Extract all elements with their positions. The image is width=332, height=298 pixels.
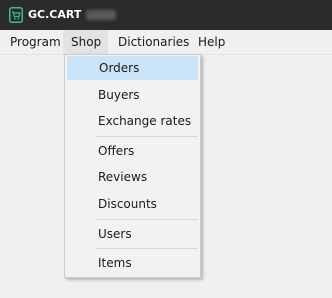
shop-dropdown-menu: Orders Buyers Exchange rates Offers Revi… <box>64 54 201 278</box>
menu-bar: Program Shop Dictionaries Help <box>0 30 332 55</box>
menu-dictionaries[interactable]: Dictionaries <box>110 30 197 54</box>
menu-help[interactable]: Help <box>190 30 233 54</box>
menu-shop[interactable]: Shop <box>63 30 108 54</box>
menu-separator <box>96 248 198 249</box>
menu-item-users[interactable]: Users <box>67 222 198 246</box>
menu-separator <box>96 219 198 220</box>
menu-separator <box>96 136 198 137</box>
title-bar: GC.CART <box>0 0 332 30</box>
window-title: GC.CART <box>28 8 82 21</box>
menu-item-orders[interactable]: Orders <box>67 56 198 80</box>
menu-item-buyers[interactable]: Buyers <box>67 83 198 107</box>
menu-program[interactable]: Program <box>2 30 69 54</box>
menu-item-discounts[interactable]: Discounts <box>67 192 198 216</box>
blurred-title-suffix <box>86 10 116 20</box>
menu-item-offers[interactable]: Offers <box>67 139 198 163</box>
menu-item-exchange-rates[interactable]: Exchange rates <box>67 109 198 133</box>
menu-item-reviews[interactable]: Reviews <box>67 165 198 189</box>
cart-icon <box>9 7 23 23</box>
menu-item-items[interactable]: Items <box>67 251 198 275</box>
